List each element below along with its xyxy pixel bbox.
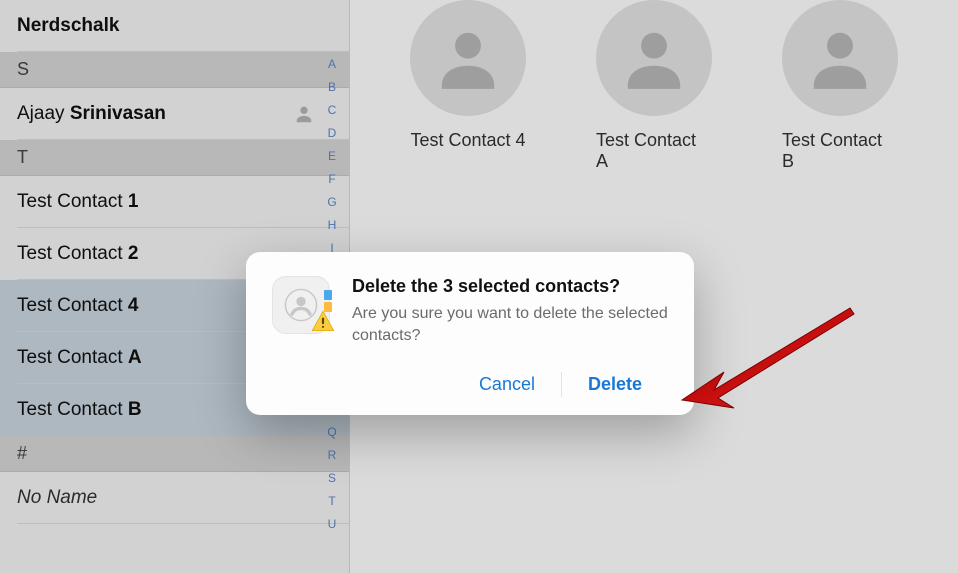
delete-button[interactable]: Delete [562, 370, 668, 399]
warning-icon [310, 309, 336, 340]
dialog-title: Delete the 3 selected contacts? [352, 276, 668, 297]
contacts-app-icon [272, 276, 330, 334]
delete-confirm-dialog: Delete the 3 selected contacts? Are you … [246, 252, 694, 415]
dialog-message: Are you sure you want to delete the sele… [352, 303, 668, 346]
cancel-button[interactable]: Cancel [453, 370, 561, 399]
